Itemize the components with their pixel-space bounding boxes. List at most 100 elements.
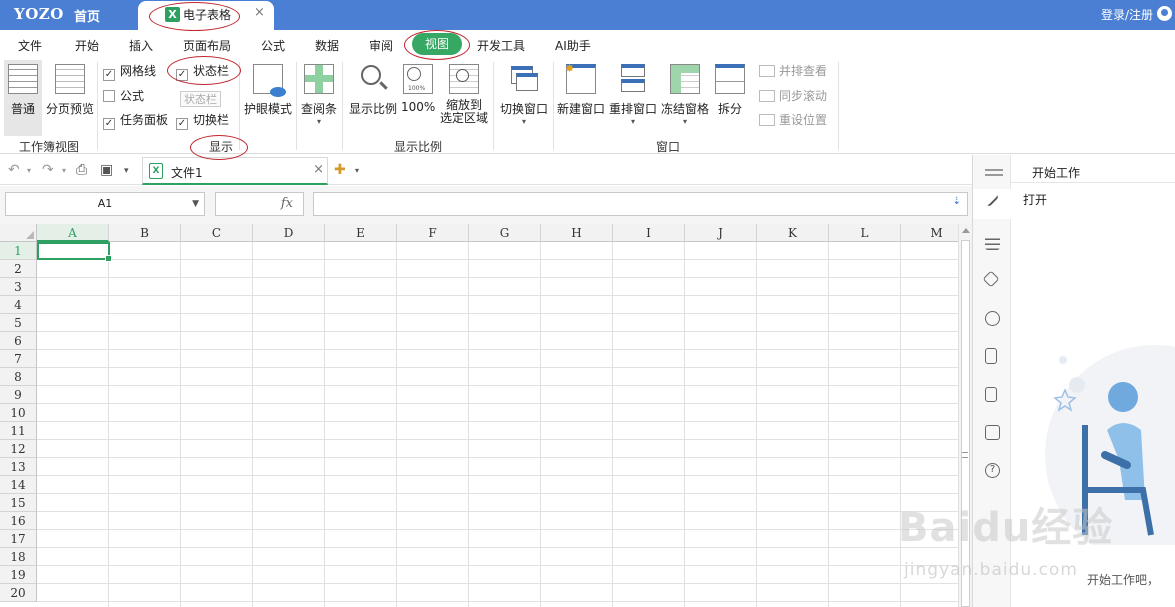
sync-scroll-button[interactable]: 同步滚动 — [759, 87, 827, 105]
switch-window-dropdown-icon[interactable]: ▾ — [497, 117, 551, 126]
gridlines-checkbox[interactable]: ✓ 网格线 — [103, 62, 156, 81]
column-header-b[interactable]: B — [109, 224, 181, 242]
close-tab-button[interactable]: × — [254, 5, 265, 20]
menu-review[interactable]: 审阅 — [369, 37, 393, 54]
row-header-15[interactable]: 15 — [0, 494, 37, 512]
spreadsheet-grid[interactable]: ABCDEFGHIJKLM 1 2 3 4 5 6 7 8 9 10 11 12 13 14 15 16 17 1… — [0, 224, 958, 607]
menu-data[interactable]: 数据 — [315, 37, 339, 54]
bookmark-icon[interactable] — [985, 348, 997, 364]
row-header-7[interactable]: 7 — [0, 350, 37, 368]
login-link[interactable]: 登录/注册 — [1101, 6, 1153, 23]
grid-hline — [37, 547, 958, 548]
row-header-1[interactable]: 1 — [0, 242, 37, 260]
new-document-icon[interactable]: ✚ — [334, 162, 346, 178]
freeze-dropdown-icon[interactable]: ▾ — [659, 117, 711, 126]
save-icon[interactable]: ▣ — [100, 162, 113, 178]
menu-insert[interactable]: 插入 — [129, 37, 153, 54]
menu-developer[interactable]: 开发工具 — [477, 37, 525, 54]
freeze-panes-button[interactable]: 冻结窗格 ▾ — [659, 60, 711, 126]
redo-icon[interactable]: ↷ — [42, 162, 54, 178]
column-header-m[interactable]: M — [901, 224, 958, 242]
row-header-2[interactable]: 2 — [0, 260, 37, 278]
user-avatar-icon[interactable] — [1157, 6, 1172, 21]
pie-chart-icon[interactable] — [985, 311, 1000, 326]
task-pane-checkbox[interactable]: ✓ 任务面板 — [103, 111, 168, 130]
switch-window-button[interactable]: 切换窗口 ▾ — [497, 60, 551, 126]
eye-mode-button[interactable]: 护眼模式 — [242, 60, 294, 117]
function-button[interactable]: fx — [215, 192, 304, 216]
row-header-3[interactable]: 3 — [0, 278, 37, 296]
row-header-13[interactable]: 13 — [0, 458, 37, 476]
zoom-selection-button[interactable]: 缩放到 选定区域 — [437, 60, 491, 125]
customize-toolbar-icon[interactable]: ▾ — [124, 166, 129, 176]
new-window-button[interactable]: ✸ 新建窗口 — [555, 60, 607, 117]
menu-page-layout[interactable]: 页面布局 — [183, 37, 231, 54]
split-button[interactable]: 拆分 — [713, 60, 747, 117]
undo-icon[interactable]: ↶ — [8, 162, 20, 178]
expand-formula-icon[interactable]: ⇣ — [953, 196, 961, 207]
column-header-i[interactable]: I — [613, 224, 685, 242]
close-document-button[interactable]: × — [313, 162, 324, 177]
row-header-12[interactable]: 12 — [0, 440, 37, 458]
column-header-e[interactable]: E — [325, 224, 397, 242]
row-header-16[interactable]: 16 — [0, 512, 37, 530]
row-header-20[interactable]: 20 — [0, 584, 37, 602]
select-all-corner[interactable] — [0, 224, 37, 242]
formula-input[interactable]: ⇣ — [313, 192, 968, 216]
undo-dropdown-icon[interactable]: ▾ — [27, 166, 31, 175]
rearrange-window-button[interactable]: 重排窗口 ▾ — [607, 60, 659, 126]
document-tab[interactable]: X 文件1 × — [142, 157, 328, 185]
menu-ai-assistant[interactable]: AI助手 — [555, 37, 591, 54]
reset-position-button[interactable]: 重设位置 — [759, 111, 827, 129]
name-box[interactable]: A1 ▼ — [5, 192, 205, 216]
row-header-8[interactable]: 8 — [0, 368, 37, 386]
row-header-11[interactable]: 11 — [0, 422, 37, 440]
column-header-k[interactable]: K — [757, 224, 829, 242]
new-document-dropdown-icon[interactable]: ▾ — [355, 166, 359, 175]
print-preview-icon[interactable]: ⎙ — [76, 162, 87, 178]
redo-dropdown-icon[interactable]: ▾ — [62, 166, 66, 175]
row-header-19[interactable]: 19 — [0, 566, 37, 584]
menu-file[interactable]: 文件 — [18, 37, 42, 54]
page-preview-button[interactable]: 分页预览 — [44, 60, 96, 117]
row-header-9[interactable]: 9 — [0, 386, 37, 404]
column-header-j[interactable]: J — [685, 224, 757, 242]
row-header-4[interactable]: 4 — [0, 296, 37, 314]
zoom-100-button[interactable]: 100% 100% — [401, 60, 435, 114]
cube-icon[interactable] — [982, 270, 1000, 288]
column-header-a[interactable]: A — [37, 224, 109, 242]
reading-bar-dropdown-icon[interactable]: ▾ — [299, 117, 339, 126]
row-header-17[interactable]: 17 — [0, 530, 37, 548]
formula-checkbox[interactable]: 公式 — [103, 87, 144, 105]
column-header-h[interactable]: H — [541, 224, 613, 242]
row-header-18[interactable]: 18 — [0, 548, 37, 566]
settings-sliders-icon[interactable] — [985, 235, 1000, 250]
column-header-l[interactable]: L — [829, 224, 901, 242]
name-box-dropdown-icon[interactable]: ▼ — [192, 193, 199, 215]
row-header-6[interactable]: 6 — [0, 332, 37, 350]
rearrange-dropdown-icon[interactable]: ▾ — [607, 117, 659, 126]
active-cell-a1[interactable] — [37, 242, 112, 262]
row-header-14[interactable]: 14 — [0, 476, 37, 494]
open-link[interactable]: 打开 — [1023, 191, 1047, 208]
row-header-5[interactable]: 5 — [0, 314, 37, 332]
side-by-side-button[interactable]: 并排查看 — [759, 62, 827, 80]
zoom-ratio-button[interactable]: 显示比例 — [346, 60, 400, 117]
column-header-d[interactable]: D — [253, 224, 325, 242]
switch-bar-checkbox[interactable]: ✓ 切换栏 — [176, 111, 229, 130]
help-icon[interactable]: ? — [985, 463, 1000, 478]
edit-icon[interactable] — [985, 425, 1000, 440]
column-header-c[interactable]: C — [181, 224, 253, 242]
home-tab[interactable]: 首页 — [74, 6, 100, 25]
reading-bar-button[interactable]: 查阅条 ▾ — [299, 60, 339, 126]
formula-check-icon — [103, 90, 115, 102]
column-header-g[interactable]: G — [469, 224, 541, 242]
row-header-10[interactable]: 10 — [0, 404, 37, 422]
menu-formula[interactable]: 公式 — [261, 37, 285, 54]
drag-handle-icon[interactable] — [985, 169, 1003, 171]
menu-home[interactable]: 开始 — [75, 37, 99, 54]
normal-view-button[interactable]: 普通 — [4, 60, 42, 136]
scroll-up-icon[interactable] — [962, 228, 970, 233]
column-header-f[interactable]: F — [397, 224, 469, 242]
copy-icon[interactable] — [985, 387, 997, 402]
